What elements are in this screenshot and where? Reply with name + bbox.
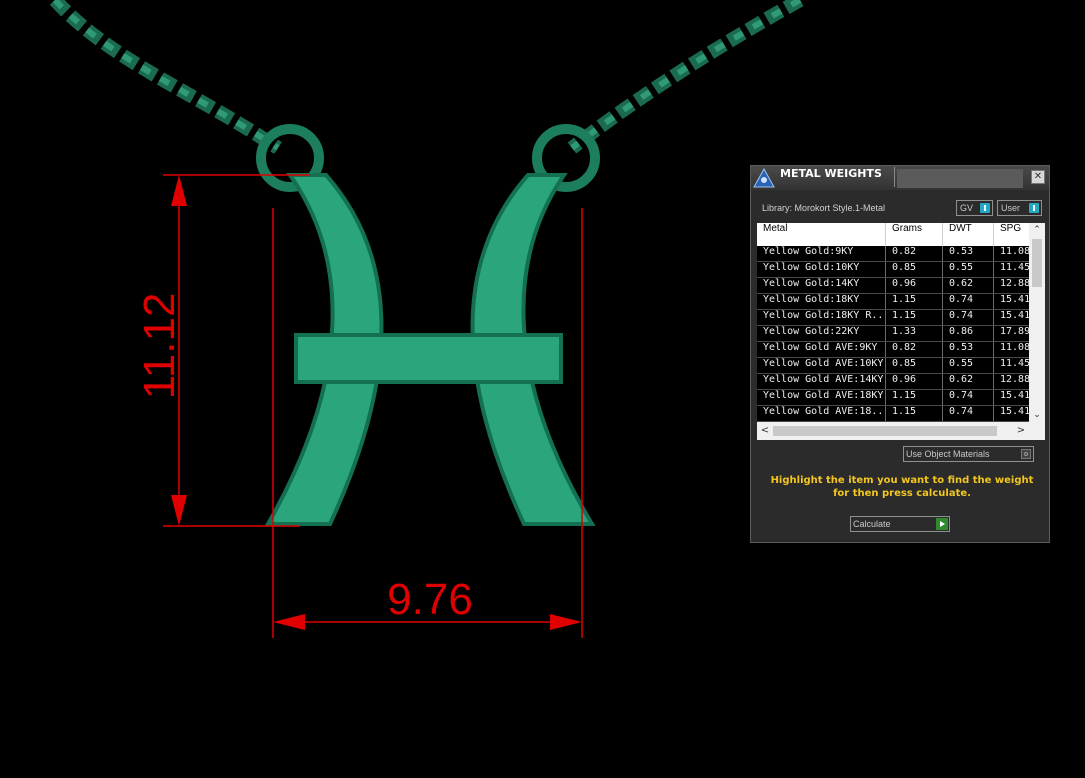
dwt-cell: 0.55 [943, 358, 994, 373]
spg-cell: 15.41 [994, 390, 1029, 405]
grams-cell: 1.33 [886, 326, 943, 341]
scroll-thumb[interactable] [1032, 239, 1042, 287]
spg-cell: 11.45 [994, 262, 1029, 277]
table-row[interactable]: Yellow Gold:18KY R... 1.15 0.74 15.41 [757, 310, 1029, 326]
toggle-knob-icon [1029, 203, 1039, 213]
scroll-up-icon[interactable]: ⌃ [1029, 223, 1045, 237]
table-row[interactable]: Yellow Gold AVE:14KY 0.96 0.62 12.88 [757, 374, 1029, 390]
grams-cell: 1.15 [886, 406, 943, 421]
grams-cell: 0.85 [886, 358, 943, 373]
dwt-cell: 0.74 [943, 406, 994, 421]
radio-icon [1021, 449, 1031, 459]
spg-cell: 11.45 [994, 358, 1029, 373]
grams-cell: 1.15 [886, 310, 943, 325]
dwt-cell: 0.74 [943, 310, 994, 325]
gv-toggle[interactable]: GV [956, 200, 993, 216]
scroll-left-icon[interactable]: < [757, 422, 773, 440]
panel-title: METAL WEIGHTS [780, 167, 895, 187]
metal-cell: Yellow Gold AVE:9KY [757, 342, 886, 357]
gv-toggle-label: GV [960, 203, 974, 213]
dwt-cell: 0.86 [943, 326, 994, 341]
table-row[interactable]: Yellow Gold AVE:18KY 1.15 0.74 15.41 [757, 390, 1029, 406]
table-row[interactable]: Yellow Gold:14KY 0.96 0.62 12.88 [757, 278, 1029, 294]
metal-cell: Yellow Gold AVE:14KY [757, 374, 886, 389]
scroll-thumb[interactable] [773, 426, 997, 436]
table-row[interactable]: Yellow Gold AVE:18... 1.15 0.74 15.41 [757, 406, 1029, 422]
grams-cell: 0.85 [886, 262, 943, 277]
metal-cell: Yellow Gold AVE:18KY [757, 390, 886, 405]
use-object-materials-label: Use Object Materials [906, 449, 990, 459]
metal-cell: Yellow Gold:9KY [757, 246, 886, 261]
dwt-cell: 0.62 [943, 374, 994, 389]
metal-cell: Yellow Gold:14KY [757, 278, 886, 293]
table-row[interactable]: Yellow Gold:22KY 1.33 0.86 17.89 [757, 326, 1029, 342]
grams-cell: 1.15 [886, 294, 943, 309]
toggle-knob-icon [980, 203, 990, 213]
dwt-cell: 0.53 [943, 342, 994, 357]
use-object-materials-toggle[interactable]: Use Object Materials [903, 446, 1034, 462]
scroll-down-icon[interactable]: ⌄ [1029, 408, 1045, 422]
metal-cell: Yellow Gold AVE:18... [757, 406, 886, 421]
dwt-cell: 0.74 [943, 294, 994, 309]
metal-cell: Yellow Gold:10KY [757, 262, 886, 277]
metal-weights-table[interactable]: Metal Grams DWT SPG Yellow Gold:9KY 0.82 0… [757, 223, 1045, 440]
table-row[interactable]: Yellow Gold:9KY 0.82 0.53 11.08 [757, 246, 1029, 262]
calculate-label: Calculate [853, 519, 891, 529]
table-body: Yellow Gold:9KY 0.82 0.53 11.08 Yellow Gold:… [757, 246, 1029, 422]
spg-cell: 11.08 [994, 342, 1029, 357]
instruction-text: Highlight the item you want to find the … [770, 475, 1034, 499]
spg-cell: 15.41 [994, 310, 1029, 325]
table-row[interactable]: Yellow Gold:18KY 1.15 0.74 15.41 [757, 294, 1029, 310]
scroll-right-icon[interactable]: > [1013, 422, 1029, 440]
column-header-metal[interactable]: Metal [757, 223, 886, 246]
metal-cell: Yellow Gold AVE:10KY [757, 358, 886, 373]
metal-cell: Yellow Gold:22KY [757, 326, 886, 341]
app-logo-icon [753, 168, 775, 188]
title-tab-area [897, 169, 1023, 188]
table-row[interactable]: Yellow Gold:10KY 0.85 0.55 11.45 [757, 262, 1029, 278]
width-dimension-label: 9.76 [387, 575, 473, 624]
table-row[interactable]: Yellow Gold AVE:10KY 0.85 0.55 11.45 [757, 358, 1029, 374]
grams-cell: 1.15 [886, 390, 943, 405]
spg-cell: 15.41 [994, 406, 1029, 421]
grams-cell: 0.96 [886, 278, 943, 293]
dwt-cell: 0.55 [943, 262, 994, 277]
grams-cell: 0.82 [886, 342, 943, 357]
dwt-cell: 0.53 [943, 246, 994, 261]
table-header: Metal Grams DWT SPG [757, 223, 1029, 246]
spg-cell: 17.89 [994, 326, 1029, 341]
library-label: Library: Morokort Style.1-Metal [762, 203, 886, 213]
metal-weights-panel: METAL WEIGHTS ✕ Library: Morokort Style.… [750, 165, 1050, 543]
height-dimension-label: 11.12 [135, 293, 184, 400]
horizontal-scrollbar[interactable]: < > [757, 422, 1045, 440]
metal-cell: Yellow Gold:18KY [757, 294, 886, 309]
spg-cell: 11.08 [994, 246, 1029, 261]
spg-cell: 15.41 [994, 294, 1029, 309]
column-header-grams[interactable]: Grams [886, 223, 943, 246]
column-header-spg[interactable]: SPG [994, 223, 1034, 246]
metal-cell: Yellow Gold:18KY R... [757, 310, 886, 325]
pisces-pendant [264, 173, 596, 526]
column-header-dwt[interactable]: DWT [943, 223, 994, 246]
user-toggle[interactable]: User [997, 200, 1042, 216]
spg-cell: 12.88 [994, 374, 1029, 389]
panel-titlebar[interactable]: METAL WEIGHTS ✕ [751, 166, 1049, 190]
spg-cell: 12.88 [994, 278, 1029, 293]
dwt-cell: 0.62 [943, 278, 994, 293]
play-icon [936, 518, 948, 530]
calculate-button[interactable]: Calculate [850, 516, 950, 532]
chain [49, 0, 804, 154]
grams-cell: 0.96 [886, 374, 943, 389]
vertical-scrollbar[interactable]: ⌃ ⌄ [1029, 223, 1045, 422]
dwt-cell: 0.74 [943, 390, 994, 405]
user-toggle-label: User [1001, 203, 1021, 213]
close-icon[interactable]: ✕ [1031, 170, 1045, 184]
grams-cell: 0.82 [886, 246, 943, 261]
table-row[interactable]: Yellow Gold AVE:9KY 0.82 0.53 11.08 [757, 342, 1029, 358]
